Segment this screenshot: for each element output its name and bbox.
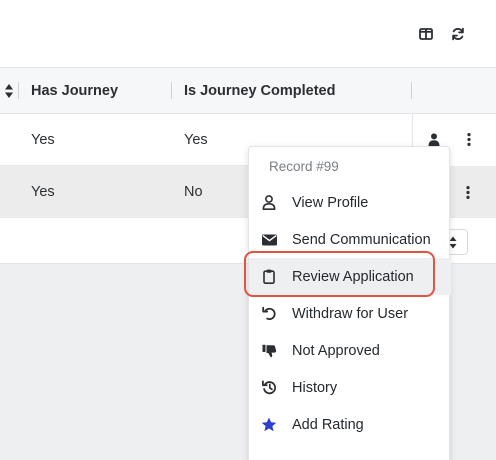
menu-item-not-approved[interactable]: Not Approved [249, 332, 451, 369]
history-icon [260, 379, 278, 397]
menu-item-label: View Profile [292, 194, 369, 211]
table-header: Has Journey Is Journey Completed [0, 68, 496, 114]
menu-item-send-communication[interactable]: Send Communication [249, 221, 451, 258]
menu-item-label: Add Rating [292, 416, 364, 433]
row-context-menu: Record #99 View Profile Send Communicati… [248, 146, 451, 460]
column-separator[interactable] [411, 82, 412, 99]
kebab-icon [466, 185, 470, 199]
column-header-is-journey-completed[interactable]: Is Journey Completed [184, 68, 335, 114]
menu-item-history[interactable]: History [249, 369, 451, 406]
columns-icon [419, 28, 433, 40]
kebab-icon [467, 132, 471, 146]
grid-toolbar [0, 0, 496, 68]
menu-item-label: History [292, 379, 338, 396]
menu-item-label: Withdraw for User [292, 305, 409, 322]
menu-item-label: Review Application [292, 268, 414, 285]
undo-icon [260, 305, 278, 323]
more-actions-button[interactable] [462, 181, 474, 203]
refresh-button[interactable] [447, 23, 469, 45]
user-outline-icon [260, 194, 278, 212]
sort-icon[interactable] [4, 83, 14, 99]
menu-item-view-profile[interactable]: View Profile [249, 184, 451, 221]
cell-has-journey: Yes [31, 184, 55, 200]
more-actions-button[interactable] [463, 128, 475, 150]
envelope-icon [260, 231, 278, 249]
star-icon [260, 416, 278, 434]
cell-is-journey-completed: Yes [184, 132, 208, 148]
menu-item-add-rating[interactable]: Add Rating [249, 406, 451, 443]
columns-toggle-button[interactable] [415, 23, 437, 45]
menu-item-review-application[interactable]: Review Application [249, 258, 451, 295]
menu-item-label: Send Communication [292, 231, 431, 248]
cell-has-journey: Yes [31, 132, 55, 148]
menu-item-label: Not Approved [292, 342, 380, 359]
menu-item-withdraw-for-user[interactable]: Withdraw for User [249, 295, 451, 332]
cell-is-journey-completed: No [184, 184, 203, 200]
menu-header: Record #99 [269, 159, 339, 174]
user-icon [428, 132, 440, 146]
thumbs-down-icon [260, 342, 278, 360]
refresh-icon [452, 27, 464, 41]
column-header-has-journey[interactable]: Has Journey [31, 68, 118, 114]
column-separator[interactable] [171, 82, 172, 99]
clipboard-icon [260, 268, 278, 286]
column-separator[interactable] [18, 82, 19, 99]
